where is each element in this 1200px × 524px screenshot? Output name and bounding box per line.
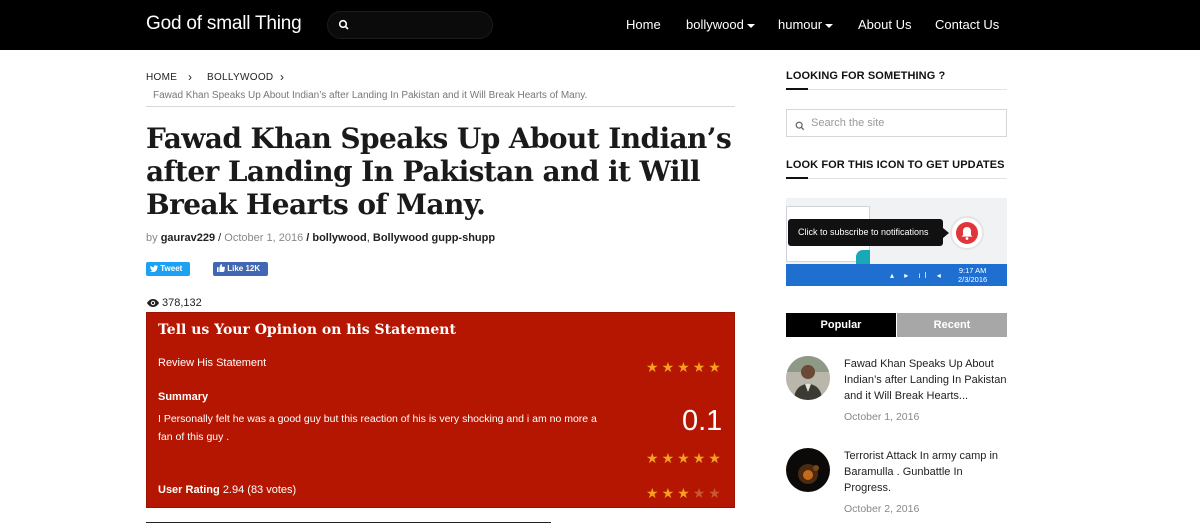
view-count: 378,132 xyxy=(147,297,202,309)
star-filled-icon: ★ xyxy=(677,359,690,375)
divider xyxy=(786,178,1007,179)
star-filled-icon: ★ xyxy=(692,450,706,466)
star-filled-icon: ★ xyxy=(708,450,721,466)
taskbar-clock: 9:17 AM 2/3/2016 xyxy=(958,266,987,284)
breadcrumb-home-link[interactable]: HOME xyxy=(146,72,177,83)
review-score: 0.1 xyxy=(682,405,723,437)
clock-time: 9:17 AM xyxy=(958,266,987,275)
star-filled-icon: ★ xyxy=(646,450,659,466)
nav-item-home[interactable]: Home xyxy=(626,17,661,32)
category-link-bollywood[interactable]: bollywood xyxy=(312,232,366,244)
eye-icon xyxy=(147,299,159,307)
sidebar-tabs: Popular Recent xyxy=(786,313,1007,337)
sidebar-updates-heading: LOOK FOR THIS ICON TO GET UPDATES xyxy=(786,159,1005,171)
nav-item-label: Contact Us xyxy=(935,17,1000,32)
sidebar-search-heading: LOOKING FOR SOMETHING ? xyxy=(786,70,946,82)
view-count-value: 378,132 xyxy=(162,297,202,309)
meta-separator: / xyxy=(215,232,225,244)
article-title: Fawad Khan Speaks Up About Indian’s afte… xyxy=(146,122,732,221)
clock-date: 2/3/2016 xyxy=(958,275,988,284)
post-date: October 1, 2016 xyxy=(844,411,920,423)
subscribe-tooltip: Click to subscribe to notifications xyxy=(788,219,949,246)
user-rating-stars[interactable]: ★ ★ ★ ★ ★ xyxy=(643,485,721,501)
divider xyxy=(786,89,1007,90)
post-date: October 2, 2016 xyxy=(844,503,920,515)
nav-item-label: bollywood xyxy=(686,17,744,32)
tray-icons: ▴ ▸ ıl ◂ xyxy=(890,271,945,280)
star-filled-icon: ★ xyxy=(677,450,690,466)
post-thumbnail[interactable] xyxy=(786,356,830,400)
review-criterion-label: Review His Statement xyxy=(158,357,267,369)
breadcrumb-bollywood-link[interactable]: BOLLYWOOD xyxy=(207,72,273,83)
meta-separator: / xyxy=(303,232,313,244)
star-empty-icon: ★ xyxy=(708,485,721,501)
sidebar-search xyxy=(786,109,1007,137)
nav-item-humour[interactable]: humour xyxy=(778,17,834,32)
star-filled-icon: ★ xyxy=(646,485,659,501)
score-stars: ★ ★ ★ ★ ★ xyxy=(643,450,721,466)
decoration xyxy=(856,250,870,264)
star-filled-icon: ★ xyxy=(708,359,721,375)
list-item[interactable]: Fawad Khan Speaks Up About Indian’s afte… xyxy=(786,356,1007,436)
sidebar-search-input[interactable] xyxy=(811,114,1001,132)
tweet-button[interactable]: Tweet xyxy=(146,262,190,276)
notification-bell-icon xyxy=(950,216,984,250)
top-navbar: God of small Thing Home bollywood humour… xyxy=(0,0,1200,50)
user-rating-value: 2.94 (83 votes) xyxy=(222,484,297,496)
author-link[interactable]: gaurav229 xyxy=(161,232,215,244)
star-filled-icon: ★ xyxy=(661,485,675,501)
breadcrumb-separator: › xyxy=(188,70,193,84)
like-label: Like 12K xyxy=(227,264,261,273)
nav-item-label: About Us xyxy=(858,17,912,32)
main-menu: Home bollywood humour About Us Contact U… xyxy=(0,17,1200,35)
nav-item-label: humour xyxy=(778,17,823,32)
facebook-like-button[interactable]: Like 12K xyxy=(213,262,268,276)
tab-popular[interactable]: Popular xyxy=(786,313,896,337)
user-rating: User Rating 2.94 (83 votes) xyxy=(158,484,296,496)
post-title-link[interactable]: Fawad Khan Speaks Up About Indian’s afte… xyxy=(844,356,1009,404)
search-icon xyxy=(795,118,805,136)
post-thumbnail[interactable] xyxy=(786,448,830,492)
tab-recent[interactable]: Recent xyxy=(897,313,1007,337)
star-filled-icon: ★ xyxy=(692,359,706,375)
user-rating-label: User Rating xyxy=(158,484,220,496)
criterion-stars: ★ ★ ★ ★ ★ xyxy=(643,359,721,375)
breadcrumb-current: Fawad Khan Speaks Up About Indian’s afte… xyxy=(153,90,588,101)
caret-down-icon xyxy=(825,23,834,28)
summary-heading: Summary xyxy=(158,391,209,403)
notification-promo-image: ▴ ▸ ıl ◂ 9:17 AM 2/3/2016 Click to subscr… xyxy=(786,198,1007,286)
nav-item-about-us[interactable]: About Us xyxy=(858,17,911,32)
star-filled-icon: ★ xyxy=(661,359,675,375)
tweet-label: Tweet xyxy=(160,264,183,273)
article-meta: by gaurav229 / October 1, 2016 / bollywo… xyxy=(146,232,495,244)
review-title: Tell us Your Opinion on his Statement xyxy=(158,322,456,338)
star-filled-icon: ★ xyxy=(661,450,675,466)
nav-item-contact-us[interactable]: Contact Us xyxy=(935,17,999,32)
heading-underline xyxy=(786,177,808,179)
twitter-bird-icon xyxy=(150,265,158,273)
nav-item-bollywood[interactable]: bollywood xyxy=(686,17,755,32)
breadcrumb-separator: › xyxy=(280,70,285,84)
caret-down-icon xyxy=(746,23,755,28)
thumbs-up-icon xyxy=(217,264,225,272)
star-empty-icon: ★ xyxy=(692,485,706,501)
post-title-link[interactable]: Terrorist Attack In army camp in Baramul… xyxy=(844,448,1009,496)
nav-item-label: Home xyxy=(626,17,661,32)
post-date: October 1, 2016 xyxy=(224,232,304,244)
divider xyxy=(146,106,735,107)
list-item[interactable]: Terrorist Attack In army camp in Baramul… xyxy=(786,448,1007,524)
star-filled-icon: ★ xyxy=(677,485,690,501)
star-filled-icon: ★ xyxy=(646,359,659,375)
review-box: Tell us Your Opinion on his Statement Re… xyxy=(146,312,735,508)
summary-text: I Personally felt he was a good guy but … xyxy=(158,413,597,443)
category-link-gupp-shupp[interactable]: Bollywood gupp-shupp xyxy=(373,232,495,244)
meta-by: by xyxy=(146,232,158,244)
divider xyxy=(146,522,551,523)
heading-underline xyxy=(786,88,808,90)
